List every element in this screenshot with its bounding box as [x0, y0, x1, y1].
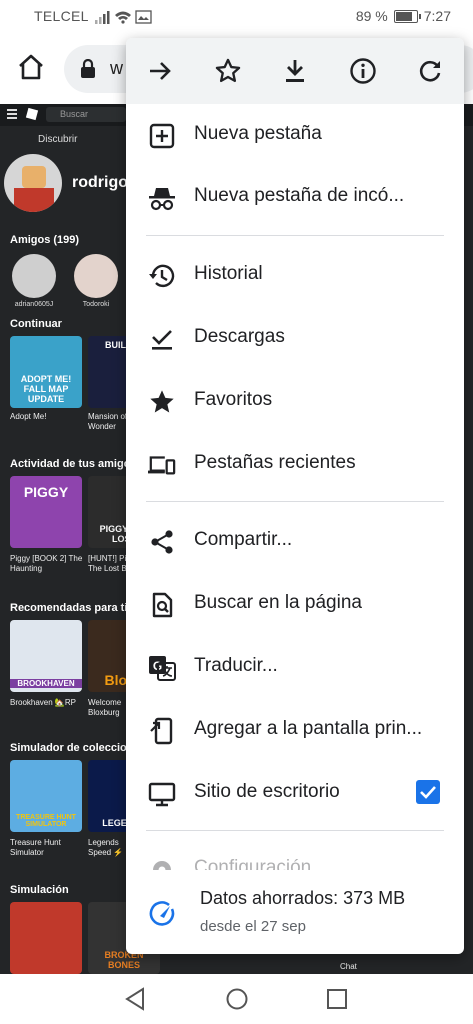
username: rodrigo [72, 174, 128, 191]
menu-item-translate[interactable]: G Traducir... [126, 642, 464, 692]
game-tile[interactable]: ADOPT ME! FALL MAP UPDATE [10, 336, 82, 408]
avatar[interactable] [4, 154, 62, 212]
menu-item-add-to-home[interactable]: Agregar a la pantalla prin... [126, 705, 464, 755]
friend-avatar[interactable] [12, 254, 56, 298]
carrier-label: TELCEL [34, 8, 89, 24]
add-to-home-icon [150, 717, 173, 745]
simulation-title: Simulación [10, 884, 69, 896]
chat-label[interactable]: Chat [340, 962, 357, 972]
star-icon [150, 390, 174, 413]
activity-title: Actividad de tus amigos [10, 458, 137, 470]
info-icon[interactable] [346, 54, 380, 88]
game-name: Piggy [BOOK 2] The Haunting [10, 554, 83, 573]
share-icon [151, 530, 173, 554]
url-text: w [110, 58, 123, 78]
game-name: Adopt Me! [10, 412, 47, 421]
data-saver-title: Datos ahorrados: 373 MB [200, 888, 406, 908]
menu-divider [146, 830, 444, 831]
download-icon[interactable] [278, 54, 312, 88]
home-icon[interactable] [16, 52, 46, 82]
tab-discover[interactable]: Discubrir [38, 134, 77, 145]
menu-item-desktop-site[interactable]: Sitio de escritorio [126, 768, 464, 818]
roblox-logo[interactable] [25, 107, 39, 121]
game-tile[interactable]: TREASURE HUNT SIMULATOR [10, 760, 82, 832]
menu-divider [146, 235, 444, 236]
data-saver-subtitle: desde el 27 sep [200, 918, 306, 935]
continue-title: Continuar [10, 318, 62, 330]
battery-icon [393, 9, 421, 23]
back-icon[interactable] [123, 986, 149, 1012]
new-tab-icon [149, 123, 175, 149]
menu-icon-row [126, 38, 464, 104]
reload-icon[interactable] [413, 54, 447, 88]
menu-item-recent-tabs[interactable]: Pestañas recientes [126, 439, 464, 489]
incognito-icon [149, 188, 175, 211]
recents-icon[interactable] [324, 986, 350, 1012]
status-bar: TELCEL 89 % 7:27 [0, 0, 473, 34]
menu-item-incognito[interactable]: Nueva pestaña de incó... [126, 172, 464, 222]
friend-name: adrian0605J [14, 301, 54, 308]
menu-item-find-in-page[interactable]: Buscar en la página [126, 579, 464, 629]
star-outline-icon[interactable] [211, 54, 245, 88]
menu-item-history[interactable]: Historial [126, 250, 464, 300]
clock: 7:27 [423, 8, 451, 24]
desktop-icon [148, 782, 176, 807]
game-name: Brookhaven 🏡RP [10, 698, 76, 707]
game-name: [HUNT!] Pi The Lost B [88, 554, 127, 573]
downloads-icon [152, 330, 172, 350]
friend-avatar[interactable] [74, 254, 118, 298]
friends-title: Amigos (199) [10, 234, 80, 246]
lock-icon [81, 59, 95, 78]
game-name: Welcome Bloxburg [88, 698, 122, 717]
signal-wifi-icons [95, 10, 152, 24]
game-name: Mansion of Wonder [88, 412, 128, 431]
menu-item-share[interactable]: Compartir... [126, 516, 464, 566]
system-nav-bar [0, 974, 473, 1024]
find-in-page-icon [152, 592, 173, 618]
devices-icon [148, 456, 176, 475]
menu-item-new-tab[interactable]: Nueva pestaña [126, 110, 464, 160]
home-nav-icon[interactable] [224, 986, 250, 1012]
forward-icon[interactable] [143, 54, 177, 88]
speedometer-icon [149, 901, 175, 926]
menu-item-settings[interactable]: Configuración [126, 844, 464, 870]
game-tile[interactable] [10, 902, 82, 974]
overflow-menu: Nueva pestaña Nueva pestaña de incó... H… [126, 38, 464, 954]
game-name: Legends Speed ⚡ [88, 838, 124, 857]
battery-percent: 89 % [355, 8, 388, 24]
data-saver-summary[interactable]: Datos ahorrados: 373 MB desde el 27 sep [126, 870, 464, 954]
menu-divider [146, 501, 444, 502]
hamburger-icon[interactable] [7, 109, 17, 121]
translate-icon: G [149, 656, 176, 681]
friend-name: Todoroki [82, 301, 110, 308]
desktop-site-checkbox[interactable] [416, 780, 440, 804]
settings-icon [153, 861, 171, 870]
recommended-title: Recomendadas para ti [10, 602, 128, 614]
site-search[interactable]: Buscar [46, 107, 126, 122]
history-icon [149, 264, 175, 288]
menu-item-bookmarks[interactable]: Favoritos [126, 376, 464, 426]
checkmark-icon [420, 786, 436, 799]
game-tile[interactable]: PIGGY [10, 476, 82, 548]
menu-item-downloads[interactable]: Descargas [126, 313, 464, 363]
game-tile[interactable]: BROOKHAVEN [10, 620, 82, 692]
game-name: Treasure Hunt Simulator [10, 838, 61, 857]
